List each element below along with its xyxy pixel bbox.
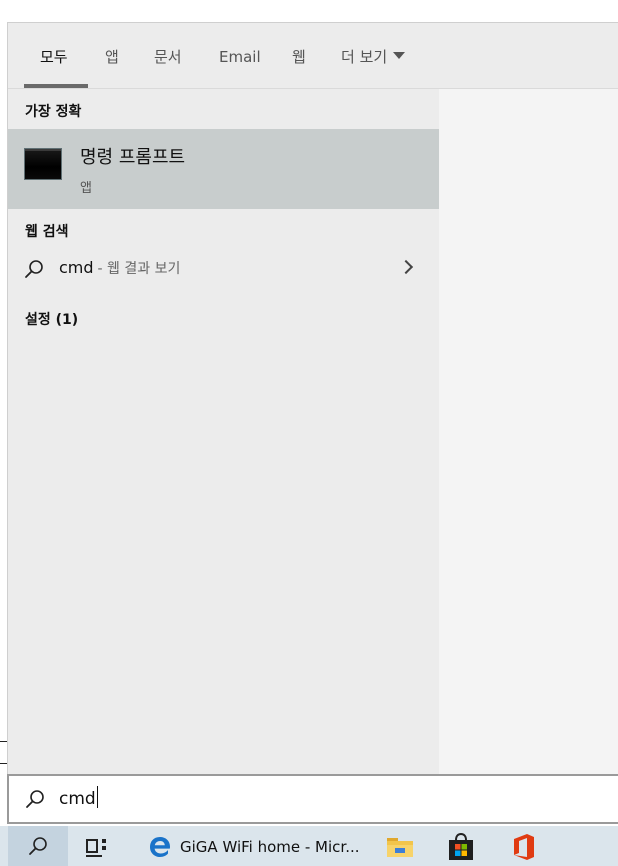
tab-all[interactable]: 모두 bbox=[40, 47, 68, 87]
tab-documents[interactable]: 문서 bbox=[154, 47, 182, 87]
tab-more[interactable]: 더 보기 bbox=[341, 47, 406, 87]
screen: 모두 앱 문서 Email 웹 더 보기 가장 정확 명령 프롬프트 앱 웹 검… bbox=[0, 0, 618, 866]
web-search-heading: 웹 검색 bbox=[25, 224, 69, 240]
tab-more-label: 더 보기 bbox=[341, 48, 388, 66]
best-match-subtitle: 앱 bbox=[80, 181, 92, 196]
best-match-heading: 가장 정확 bbox=[25, 104, 82, 120]
search-panel: 모두 앱 문서 Email 웹 더 보기 가장 정확 명령 프롬프트 앱 웹 검… bbox=[7, 22, 618, 775]
edge-icon bbox=[150, 837, 170, 857]
best-match-title: 명령 프롬프트 bbox=[80, 147, 186, 168]
office-icon[interactable] bbox=[510, 833, 538, 861]
background-line bbox=[0, 763, 7, 764]
search-box[interactable]: cmd bbox=[7, 774, 618, 824]
taskbar-edge-window[interactable]: GiGA WiFi home - Micr... bbox=[138, 826, 360, 866]
task-view-icon[interactable] bbox=[84, 837, 110, 857]
preview-pane bbox=[439, 89, 618, 775]
web-search-query: cmd bbox=[59, 258, 94, 277]
file-explorer-icon[interactable] bbox=[386, 836, 414, 858]
web-search-item[interactable]: cmd - 웹 결과 보기 bbox=[8, 253, 439, 287]
search-input-value: cmd bbox=[59, 789, 96, 809]
tab-apps[interactable]: 앱 bbox=[105, 47, 119, 87]
tab-bar: 모두 앱 문서 Email 웹 더 보기 bbox=[8, 23, 618, 89]
taskbar: GiGA WiFi home - Micr... bbox=[0, 826, 618, 866]
search-input[interactable]: cmd bbox=[59, 786, 98, 810]
web-search-suffix: - 웹 결과 보기 bbox=[97, 261, 181, 277]
search-icon bbox=[29, 837, 47, 855]
chevron-down-icon bbox=[393, 52, 406, 59]
chevron-right-icon bbox=[398, 259, 414, 275]
results-pane: 가장 정확 명령 프롬프트 앱 웹 검색 cmd - 웹 결과 보기 설정 (1) bbox=[8, 89, 439, 775]
settings-heading[interactable]: 설정 (1) bbox=[25, 309, 78, 329]
active-tab-indicator bbox=[24, 84, 88, 88]
taskbar-search-button[interactable] bbox=[8, 826, 68, 866]
search-icon bbox=[25, 260, 43, 278]
command-prompt-icon bbox=[24, 148, 62, 180]
web-search-text: cmd - 웹 결과 보기 bbox=[59, 258, 180, 278]
microsoft-store-icon[interactable] bbox=[446, 833, 476, 861]
tab-email[interactable]: Email bbox=[219, 47, 261, 87]
tab-web[interactable]: 웹 bbox=[292, 47, 306, 87]
search-icon bbox=[26, 790, 44, 808]
best-match-item[interactable]: 명령 프롬프트 앱 bbox=[8, 129, 439, 209]
taskbar-edge-label: GiGA WiFi home - Micr... bbox=[180, 838, 360, 856]
background-line bbox=[0, 741, 7, 742]
text-caret bbox=[96, 786, 98, 808]
